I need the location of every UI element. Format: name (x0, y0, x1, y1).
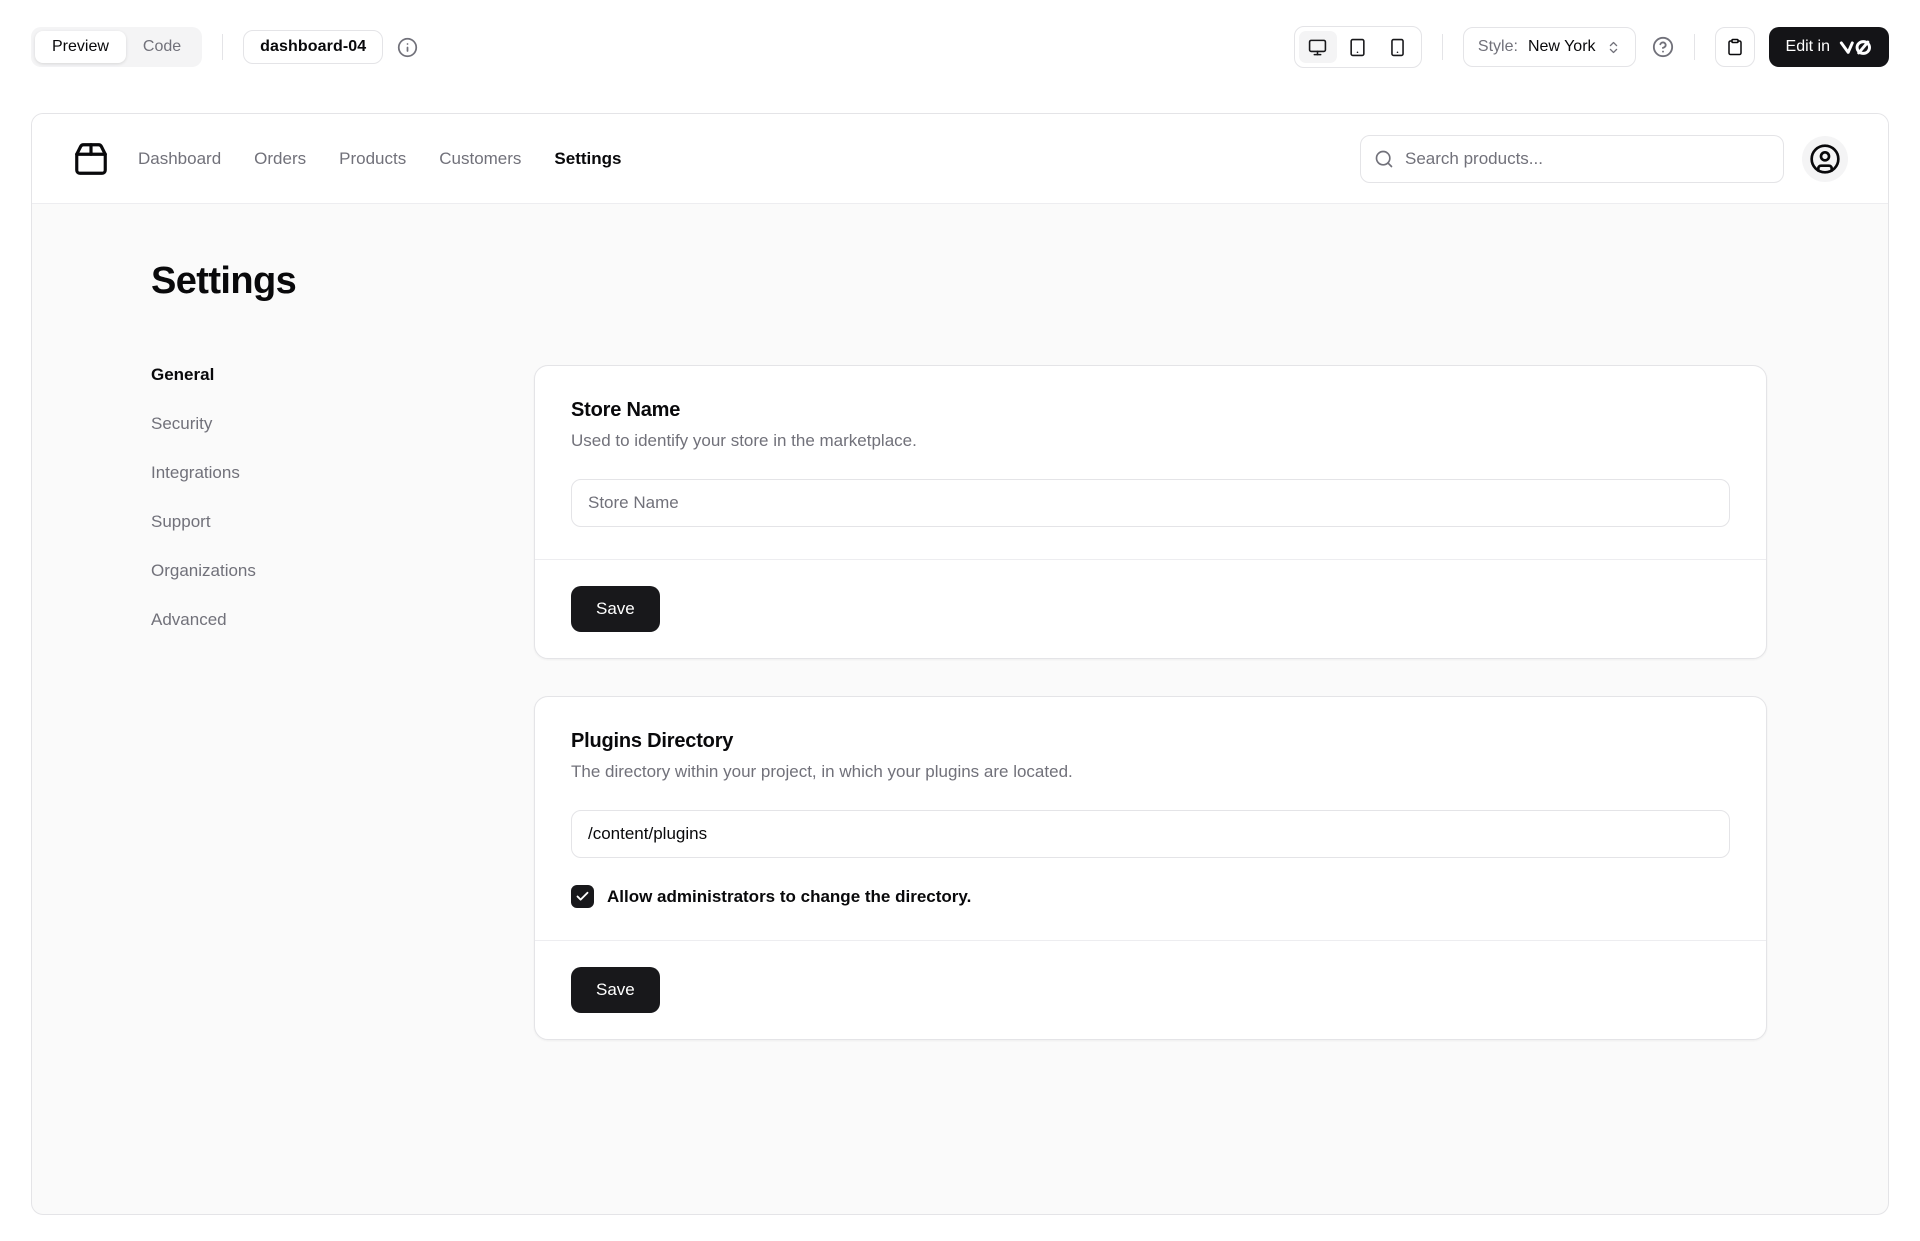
search-container (1360, 134, 1784, 183)
preview-frame: Dashboard Orders Products Customers Sett… (31, 113, 1889, 1215)
nav-item-products[interactable]: Products (339, 149, 406, 169)
divider (1441, 34, 1443, 60)
plugins-directory-input[interactable] (571, 810, 1730, 858)
plugins-directory-card-title: Plugins Directory (571, 730, 734, 752)
style-select-value: New York (1527, 38, 1596, 55)
user-menu-button[interactable] (1802, 135, 1848, 182)
clipboard-icon (1727, 38, 1742, 56)
nav-item-customers[interactable]: Customers (439, 149, 521, 169)
edit-in-v0-label: Edit in (1785, 38, 1830, 55)
help-icon[interactable] (1652, 36, 1674, 58)
sidebar-item-integrations[interactable]: Integrations (151, 463, 534, 483)
chevrons-up-down-icon (1609, 41, 1617, 53)
style-select-label: Style: (1477, 38, 1518, 55)
divider (222, 34, 224, 60)
store-name-card-title: Store Name (571, 399, 681, 421)
store-name-card-description: Used to identify your store in the marke… (571, 431, 917, 450)
search-input[interactable] (1360, 134, 1784, 183)
search-icon (1375, 150, 1393, 167)
info-icon[interactable] (397, 37, 418, 58)
tab-code[interactable]: Code (126, 31, 198, 63)
allow-admins-checkbox[interactable] (571, 885, 594, 908)
block-name-badge[interactable]: dashboard-04 (243, 30, 384, 64)
device-toggle-group (1293, 26, 1422, 68)
store-name-input[interactable] (571, 479, 1730, 527)
plugins-directory-card: Plugins Directory The directory within y… (534, 696, 1767, 1040)
tablet-icon (1350, 38, 1366, 56)
settings-sidebar: General Security Integrations Support Or… (151, 365, 534, 630)
sidebar-item-general[interactable]: General (151, 365, 534, 385)
sidebar-item-support[interactable]: Support (151, 512, 534, 532)
nav-item-settings[interactable]: Settings (554, 149, 621, 169)
monitor-icon (1309, 39, 1327, 55)
plugins-directory-save-button[interactable]: Save (571, 967, 660, 1013)
settings-page: Settings General Security Integrations S… (32, 204, 1888, 1214)
mobile-view-button[interactable] (1379, 31, 1417, 63)
check-icon (576, 891, 589, 901)
main-nav: Dashboard Orders Products Customers Sett… (138, 149, 621, 169)
app-header: Dashboard Orders Products Customers Sett… (32, 114, 1888, 204)
preview-toolbar: Preview Code dashboard-04 Style: New Yor… (0, 0, 1920, 68)
divider (1693, 34, 1695, 60)
tab-preview[interactable]: Preview (35, 31, 126, 63)
store-name-card: Store Name Used to identify your store i… (534, 365, 1767, 659)
plugins-directory-card-description: The directory within your project, in wh… (571, 762, 1073, 781)
copy-code-button[interactable] (1714, 27, 1755, 67)
style-select[interactable]: Style: New York (1462, 27, 1636, 67)
sidebar-item-advanced[interactable]: Advanced (151, 610, 534, 630)
tablet-view-button[interactable] (1339, 31, 1377, 63)
view-toggle-group: Preview Code (31, 27, 203, 67)
circle-user-icon (1810, 143, 1840, 174)
page-title: Settings (151, 260, 297, 302)
edit-in-v0-button[interactable]: Edit in (1768, 27, 1889, 67)
sidebar-item-security[interactable]: Security (151, 414, 534, 434)
desktop-view-button[interactable] (1298, 31, 1337, 63)
nav-item-dashboard[interactable]: Dashboard (138, 149, 221, 169)
package-icon[interactable] (72, 140, 110, 178)
store-name-save-button[interactable]: Save (571, 586, 660, 632)
v0-logo-icon (1839, 39, 1871, 55)
smartphone-icon (1391, 38, 1405, 56)
nav-item-orders[interactable]: Orders (254, 149, 306, 169)
allow-admins-checkbox-label[interactable]: Allow administrators to change the direc… (607, 887, 971, 907)
sidebar-item-organizations[interactable]: Organizations (151, 561, 534, 581)
